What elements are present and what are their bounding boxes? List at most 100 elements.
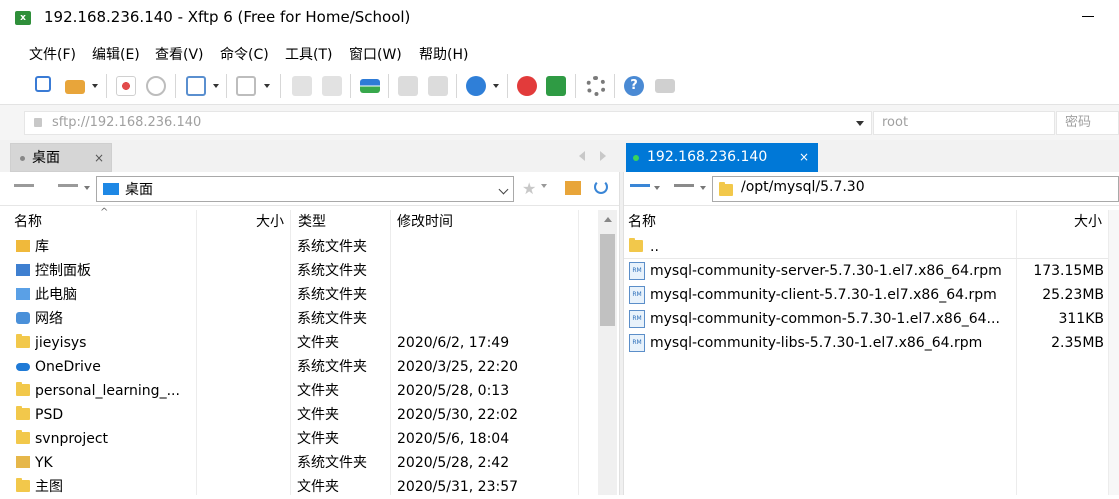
cell-name: OneDrive [35, 359, 101, 375]
table-row[interactable]: 库 系统文件夹 [0, 235, 598, 259]
col-name[interactable]: 名称 [628, 210, 656, 234]
user-folder-icon [16, 456, 30, 468]
status-dot-icon [20, 156, 25, 161]
tab-local-close-icon[interactable]: × [94, 144, 104, 173]
new-window-icon[interactable] [186, 76, 206, 96]
col-name[interactable]: 名称 [14, 210, 42, 234]
table-row[interactable]: YK 系统文件夹 2020/5/28, 2:42 [0, 451, 598, 475]
chevron-down-icon[interactable] [498, 184, 509, 195]
reconnect-icon[interactable] [146, 76, 166, 96]
table-row[interactable]: 主图 文件夹 2020/5/31, 23:57 [0, 475, 598, 499]
table-row[interactable]: 此电脑 系统文件夹 [0, 283, 598, 307]
local-path-box[interactable]: 桌面 [96, 176, 514, 202]
col-size[interactable]: 大小 [1074, 210, 1102, 234]
help-icon[interactable]: ? [624, 76, 644, 96]
table-row[interactable]: RM mysql-community-common-5.7.30-1.el7.x8… [624, 307, 1108, 331]
home-icon[interactable] [565, 181, 581, 195]
minimize-button[interactable] [1082, 16, 1094, 17]
paste-icon[interactable] [428, 76, 448, 96]
xshell-icon[interactable] [517, 76, 537, 96]
tab-scroll-left-icon[interactable] [579, 151, 585, 161]
cell-name: mysql-community-client-5.7.30-1.el7.x86_… [650, 287, 997, 303]
folder-icon [629, 238, 643, 252]
cell-type: 文件夹 [297, 383, 339, 399]
bookmark-dropdown-icon[interactable] [541, 184, 547, 188]
menu-view[interactable]: 查看(V) [155, 44, 204, 64]
library-icon [16, 240, 30, 252]
forward-icon[interactable] [674, 184, 694, 187]
xftp-app-icon: x [15, 11, 31, 25]
open-folder-icon[interactable] [65, 80, 85, 94]
rpm-icon: RM [629, 310, 645, 328]
remote-path-text: /opt/mysql/5.7.30 [741, 179, 865, 195]
computer-icon [16, 288, 30, 300]
username-input[interactable]: root [873, 111, 1055, 135]
toolbar: ? [0, 68, 1119, 104]
table-row[interactable]: 网络 系统文件夹 [0, 307, 598, 331]
back-icon[interactable] [630, 184, 650, 187]
menu-window[interactable]: 窗口(W) [349, 44, 402, 64]
sync-icon[interactable] [360, 79, 380, 93]
table-row[interactable]: personal_learning_... 文件夹 2020/5/28, 0:13 [0, 379, 598, 403]
table-row[interactable]: jieyisys 文件夹 2020/6/2, 17:49 [0, 331, 598, 355]
globe-icon[interactable] [466, 76, 486, 96]
table-row[interactable]: 控制面板 系统文件夹 [0, 259, 598, 283]
table-row[interactable]: OneDrive 系统文件夹 2020/3/25, 22:20 [0, 355, 598, 379]
settings-icon[interactable] [586, 76, 606, 96]
history-dropdown-icon[interactable] [84, 186, 90, 190]
document-icon[interactable] [322, 76, 342, 96]
new-session-icon[interactable] [35, 76, 51, 92]
tab-remote-host[interactable]: 192.168.236.140 × [626, 143, 818, 172]
cell-name: svnproject [35, 431, 109, 447]
menu-help[interactable]: 帮助(H) [419, 44, 468, 64]
folder-icon [16, 334, 30, 348]
tab-scroll-right-icon[interactable] [600, 151, 606, 161]
chevron-down-icon[interactable] [856, 121, 864, 126]
cell-name: mysql-community-libs-5.7.30-1.el7.x86_64… [650, 335, 983, 351]
local-scrollbar[interactable] [598, 210, 617, 495]
forward-dropdown-icon[interactable] [700, 186, 706, 190]
tab-local-desktop[interactable]: 桌面 × [10, 143, 112, 172]
onedrive-icon [16, 363, 30, 371]
disconnect-icon[interactable] [116, 76, 136, 96]
menu-file[interactable]: 文件(F) [29, 44, 76, 64]
table-row[interactable]: svnproject 文件夹 2020/5/6, 18:04 [0, 427, 598, 451]
transfer-icon[interactable] [236, 76, 256, 96]
refresh-icon[interactable] [594, 180, 608, 194]
col-type[interactable]: 类型 [298, 210, 326, 234]
col-modified[interactable]: 修改时间 [397, 210, 453, 234]
scroll-up-icon[interactable] [604, 217, 612, 222]
tab-remote-close-icon[interactable]: × [799, 143, 809, 172]
table-row[interactable]: RM mysql-community-libs-5.7.30-1.el7.x86_… [624, 331, 1108, 355]
cell-name: mysql-community-server-5.7.30-1.el7.x86_… [650, 263, 1002, 279]
col-size[interactable]: 大小 [256, 210, 284, 234]
properties-icon[interactable] [292, 76, 312, 96]
menu-tools[interactable]: 工具(T) [285, 44, 332, 64]
table-row[interactable]: RM mysql-community-server-5.7.30-1.el7.x8… [624, 259, 1108, 283]
menu-edit[interactable]: 编辑(E) [92, 44, 140, 64]
table-row[interactable]: RM mysql-community-client-5.7.30-1.el7.x8… [624, 283, 1108, 307]
cell-modified: 2020/5/6, 18:04 [397, 431, 510, 447]
copy-icon[interactable] [398, 76, 418, 96]
star-icon[interactable]: ★ [522, 179, 536, 198]
sort-ascending-icon: ^ [100, 207, 109, 218]
local-scroll-thumb[interactable] [600, 234, 615, 326]
cell-name: PSD [35, 407, 64, 423]
cell-type: 系统文件夹 [297, 263, 367, 279]
table-row[interactable]: PSD 文件夹 2020/5/30, 22:02 [0, 403, 598, 427]
cell-name: 控制面板 [35, 263, 91, 279]
back-icon[interactable] [14, 184, 34, 187]
remote-path-box[interactable]: /opt/mysql/5.7.30 [712, 176, 1119, 202]
address-bar: sftp://192.168.236.140 root 密码 [0, 104, 1119, 141]
cell-type: 系统文件夹 [297, 287, 367, 303]
history-dropdown-icon[interactable] [654, 186, 660, 190]
cell-name: .. [650, 239, 659, 255]
xftp-icon[interactable] [546, 76, 566, 96]
menu-command[interactable]: 命令(C) [220, 44, 269, 64]
password-input[interactable]: 密码 [1056, 111, 1119, 135]
host-input[interactable]: sftp://192.168.236.140 [24, 111, 872, 135]
parent-directory-row[interactable]: .. [624, 235, 1108, 259]
cell-modified: 2020/5/28, 0:13 [397, 383, 510, 399]
forward-icon[interactable] [58, 184, 78, 187]
chat-icon[interactable] [655, 79, 675, 93]
